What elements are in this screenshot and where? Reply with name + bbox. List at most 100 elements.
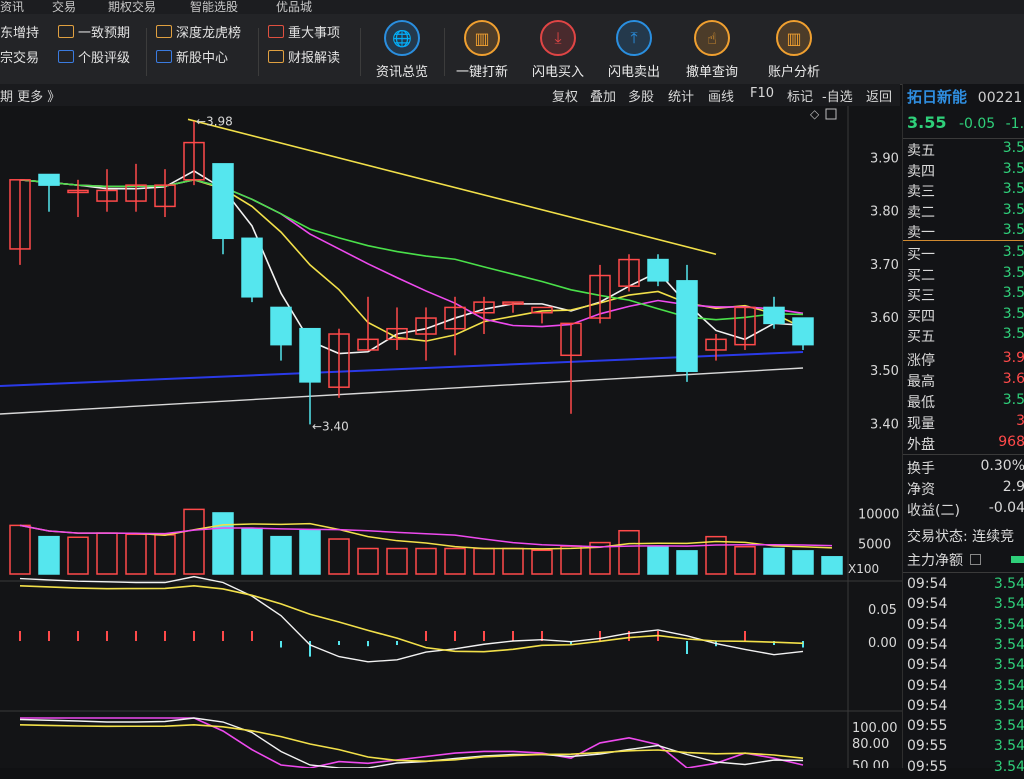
volume-bar xyxy=(270,535,292,575)
candle-body xyxy=(676,280,698,372)
candle-body xyxy=(212,163,234,240)
tick-row: 09:54 3.54 xyxy=(907,576,1024,596)
separator xyxy=(146,28,147,76)
quote-row: 买五 3.5 xyxy=(907,326,1024,346)
quote-panel: 拓日新能 00221 3.55 -0.05 -1.3 卖五 3.5 卖四 3.5 卖三 3… xyxy=(902,84,1024,775)
big-button[interactable]: ▥ 账户分析 xyxy=(758,20,830,82)
spread-divider xyxy=(903,240,1024,241)
chart-tool-button[interactable]: 多股 xyxy=(628,86,654,105)
quote-row-label: 买三 xyxy=(907,288,935,304)
quick-link[interactable]: 宗交易 xyxy=(0,47,39,66)
chart-tool-button[interactable]: 统计 xyxy=(668,86,694,105)
quote-row: 买二 3.5 xyxy=(907,265,1024,285)
stock-title[interactable]: 拓日新能 00221 xyxy=(907,86,1024,106)
quick-link-icon xyxy=(58,50,74,63)
upload-icon: ⤒ xyxy=(616,20,652,56)
big-button[interactable]: ☝ 撤单查询 xyxy=(676,20,748,82)
quote-row-value: 3.5 xyxy=(1002,305,1024,322)
quote-row: 涨停 3.9 xyxy=(907,350,1024,370)
quote-row-value: 3.5 xyxy=(1002,201,1024,218)
chart-tool-button[interactable]: 标记 xyxy=(787,86,813,105)
volume-bar xyxy=(763,547,785,575)
quick-link[interactable]: 新股中心 xyxy=(156,47,228,66)
net-bar xyxy=(1011,556,1024,563)
chart-tool-button[interactable]: -自选 xyxy=(822,86,853,105)
quick-link[interactable]: 一致预期 xyxy=(58,22,130,41)
main-net-label: 主力净额 xyxy=(907,553,963,569)
tick-time: 09:54 xyxy=(907,576,948,592)
candle-body xyxy=(792,317,814,346)
chart-tool-button[interactable]: 叠加 xyxy=(590,86,616,105)
stock-code: 00221 xyxy=(977,90,1023,106)
quick-link-label: 一致预期 xyxy=(78,26,131,41)
quick-link-label: 个股评级 xyxy=(78,51,131,66)
big-button-label: 撤单查询 xyxy=(685,65,738,80)
menu-item[interactable]: 期权交易 xyxy=(108,0,156,15)
big-button[interactable]: ⤓ 闪电买入 xyxy=(522,20,594,82)
quick-link-icon xyxy=(268,25,284,38)
chart-tool-button[interactable]: 返回 xyxy=(866,86,892,105)
kline-chart[interactable]: 3.90 3.80 3.70 3.60 3.50 3.40 10000 5000 X100 0.0… xyxy=(0,106,902,768)
last-price: 3.55 xyxy=(907,113,947,132)
separator xyxy=(360,28,361,76)
quick-link[interactable]: 个股评级 xyxy=(58,47,130,66)
quick-link[interactable]: 深度龙虎榜 xyxy=(156,22,241,41)
tick-time: 09:55 xyxy=(907,738,948,755)
price-tick-label: 3.40 xyxy=(870,417,899,432)
kdj-tick-label: 80.00 xyxy=(852,737,889,752)
quick-link[interactable]: 东增持 xyxy=(0,22,39,41)
tick-row: 09:54 3.54 xyxy=(907,596,1024,616)
volume-tick-label: 10000 xyxy=(858,508,899,523)
quote-row-label: 买一 xyxy=(907,247,935,263)
quick-link-icon xyxy=(156,50,172,63)
icon-glyph: ▥ xyxy=(474,28,490,48)
quick-link[interactable]: 财报解读 xyxy=(268,47,340,66)
quote-row: 外盘 968 xyxy=(907,434,1024,454)
price-tick-label: 3.70 xyxy=(870,258,899,273)
tick-row: 09:55 3.54 xyxy=(907,718,1024,738)
icon-glyph: ▥ xyxy=(786,28,802,48)
big-button[interactable]: ⤒ 闪电卖出 xyxy=(598,20,670,82)
quick-link-label: 宗交易 xyxy=(0,51,40,66)
tick-time: 09:55 xyxy=(907,718,948,735)
big-button-label: 账户分析 xyxy=(767,65,820,80)
separator xyxy=(444,28,445,76)
chart-tool-button[interactable]: 画线 xyxy=(708,86,734,105)
quote-row: 买三 3.5 xyxy=(907,285,1024,305)
chart-tool-button[interactable]: 复权 xyxy=(552,86,578,105)
quote-row-value: 0.30% xyxy=(980,458,1024,474)
quote-row: 换手 0.30% xyxy=(907,458,1024,478)
quick-link-icon xyxy=(268,50,284,63)
big-button[interactable]: ▥ 一键打新 xyxy=(446,20,518,82)
quote-row: 现量 3 xyxy=(907,413,1024,433)
quick-link[interactable]: 重大事项 xyxy=(268,22,340,41)
price-change: -0.05 xyxy=(958,116,996,132)
quick-link-icon xyxy=(58,25,74,38)
quote-row-value: 3.5 xyxy=(1002,222,1024,238)
quick-link-label: 深度龙虎榜 xyxy=(176,26,242,41)
quote-row-label: 现量 xyxy=(907,416,935,432)
diamond-icon[interactable]: ◇ xyxy=(810,107,820,121)
quote-row-label: 最低 xyxy=(907,395,935,411)
tick-row: 09:54 3.54 xyxy=(907,698,1024,718)
price-line: 3.55 -0.05 -1.3 xyxy=(907,113,1024,133)
main-net-row[interactable]: 主力净额 xyxy=(907,550,1024,570)
grid-icon[interactable] xyxy=(970,554,982,565)
icon-glyph: ⤒ xyxy=(630,28,638,47)
menu-item[interactable]: 资讯 xyxy=(0,0,24,15)
kdj-tick-label: 50.00 xyxy=(852,759,889,768)
chart-coin-icon: ▥ xyxy=(464,20,500,56)
tick-time: 09:54 xyxy=(907,657,948,674)
period-more-label[interactable]: 期 更多 》 xyxy=(0,86,60,105)
big-button[interactable]: 🌐 资讯总览 xyxy=(366,20,438,82)
big-button-label: 闪电买入 xyxy=(531,65,584,80)
tick-time: 09:55 xyxy=(907,758,948,775)
kdj-tick-label: 100.00 xyxy=(852,721,898,736)
tick-price: 3.54 xyxy=(993,616,1024,633)
chart-tool-button[interactable]: F10 xyxy=(750,86,774,101)
tick-price: 3.54 xyxy=(993,718,1024,735)
menu-item[interactable]: 优品城 xyxy=(276,0,312,15)
menu-item[interactable]: 交易 xyxy=(52,0,76,15)
candle-body xyxy=(299,327,321,383)
menu-item[interactable]: 智能选股 xyxy=(190,0,238,15)
